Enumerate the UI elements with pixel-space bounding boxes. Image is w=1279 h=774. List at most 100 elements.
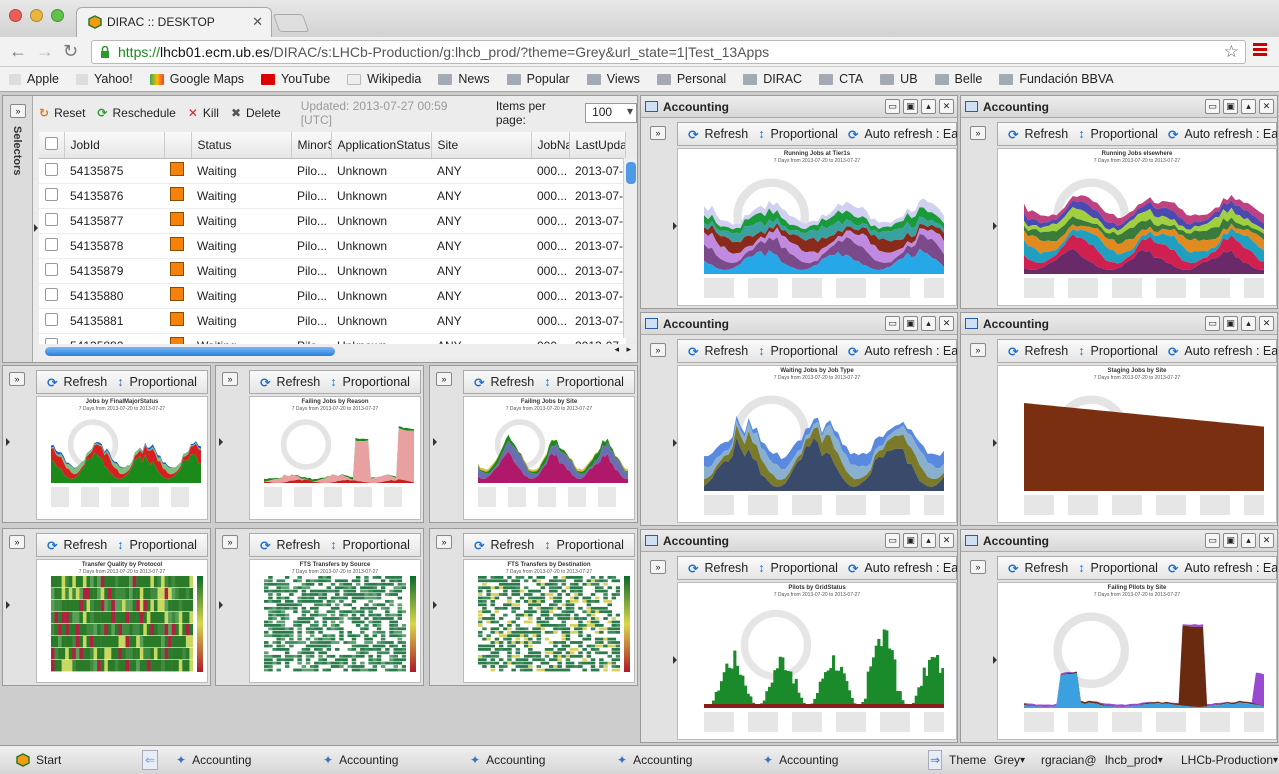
refresh-button[interactable]: ⟳ Refresh <box>1008 344 1068 359</box>
restore-panel-icon[interactable]: ▣ <box>1223 99 1238 114</box>
forward-arrow-icon[interactable]: → <box>36 41 54 62</box>
minimize-panel-icon[interactable]: ▭ <box>1205 316 1220 331</box>
tab-close-icon[interactable]: ✕ <box>252 14 263 30</box>
bookmark-ub[interactable]: UB <box>880 72 918 86</box>
plot-image[interactable]: Staging Jobs by Site 7 Days from 2013-07-… <box>997 365 1277 523</box>
new-tab-button[interactable] <box>272 14 310 32</box>
bookmark-cta[interactable]: CTA <box>819 72 863 86</box>
auto-refresh-menu[interactable]: ⟳ Auto refresh : Eac <box>1168 344 1277 359</box>
table-row[interactable]: 54135880 Waiting Pilo... Unknown ANY 000... 20… <box>39 283 625 309</box>
row-checkbox[interactable] <box>39 183 64 209</box>
plot-image[interactable]: FTS Transfers by Source 7 Days from 2013-… <box>249 559 421 683</box>
bookmark-fundaci-n-bbva[interactable]: Fundación BBVA <box>999 72 1114 86</box>
expand-panel-icon[interactable]: » <box>222 372 238 386</box>
collapse-panel-icon[interactable]: ▴ <box>921 533 936 548</box>
expand-panel-icon[interactable]: » <box>970 126 986 140</box>
refresh-button[interactable]: ⟳ Refresh <box>47 375 107 390</box>
row-checkbox[interactable] <box>39 283 64 309</box>
expand-panel-icon[interactable]: » <box>436 372 452 386</box>
reschedule-button[interactable]: ⟳ Reschedule <box>97 106 175 120</box>
theme-select[interactable]: Grey <box>994 753 1025 767</box>
close-window-icon[interactable] <box>9 9 22 22</box>
col-minorstatus[interactable]: MinorS <box>291 132 332 159</box>
accounting-panel-header[interactable]: Accounting ▭ ▣ ▴ ✕ <box>961 530 1277 552</box>
chrome-menu-icon[interactable] <box>1253 43 1267 58</box>
browser-tab[interactable]: DIRAC :: DESKTOP ✕ <box>76 7 272 37</box>
refresh-button[interactable]: ⟳ Refresh <box>260 538 320 553</box>
plot-image[interactable]: Waiting Jobs by Job Type 7 Days from 2013… <box>677 365 957 523</box>
col-status[interactable]: Status <box>191 132 292 159</box>
bookmark-personal[interactable]: Personal <box>656 72 726 86</box>
collapse-panel-icon[interactable]: ▴ <box>921 316 936 331</box>
bookmark-yahoo-[interactable]: Yahoo! <box>75 72 133 86</box>
taskbar-window-accounting[interactable]: ✦ Accounting <box>617 753 692 767</box>
taskbar-scroll-right-icon[interactable]: ⇒ <box>928 750 942 770</box>
refresh-button[interactable]: ⟳ Refresh <box>688 127 748 142</box>
accounting-panel-header[interactable]: Accounting ▭ ▣ ▴ ✕ <box>961 313 1277 335</box>
auto-refresh-menu[interactable]: ⟳ Auto refresh : Eac <box>848 127 957 142</box>
bookmark-belle[interactable]: Belle <box>934 72 982 86</box>
row-checkbox[interactable] <box>39 158 64 184</box>
items-per-page-select[interactable]: 100 <box>585 103 637 123</box>
setup-select[interactable]: LHCb-Production <box>1181 753 1278 767</box>
taskbar-scroll-left-icon[interactable]: ⇐ <box>142 750 158 770</box>
col-jobid[interactable]: JobId <box>64 132 165 159</box>
select-all-checkbox[interactable] <box>39 132 65 159</box>
close-panel-icon[interactable]: ✕ <box>939 533 954 548</box>
proportional-button[interactable]: ↕ Proportional <box>758 561 838 575</box>
row-checkbox[interactable] <box>39 308 64 334</box>
col-lastupdate[interactable]: LastUpdate <box>569 132 626 159</box>
plot-image[interactable]: Pilots by GridStatus 7 Days from 2013-07-… <box>677 582 957 740</box>
taskbar-window-accounting[interactable]: ✦ Accounting <box>763 753 838 767</box>
proportional-button[interactable]: ↕ Proportional <box>1078 127 1158 141</box>
expand-panel-icon[interactable]: » <box>9 535 25 549</box>
refresh-button[interactable]: ⟳ Refresh <box>1008 561 1068 576</box>
col-site[interactable]: Site <box>431 132 532 159</box>
refresh-button[interactable]: ⟳ Refresh <box>1008 127 1068 142</box>
user-label[interactable]: rgracian@ <box>1041 753 1097 767</box>
address-bar[interactable]: https://lhcb01.ecm.ub.es/DIRAC/s:LHCb-Pr… <box>91 40 1246 64</box>
proportional-button[interactable]: ↕ Proportional <box>1078 344 1158 358</box>
auto-refresh-menu[interactable]: ⟳ Auto refresh : Eac <box>848 344 957 359</box>
plot-image[interactable]: Failing Jobs by Reason 7 Days from 2013-0… <box>249 396 421 520</box>
minimize-window-icon[interactable] <box>30 9 43 22</box>
table-vertical-scrollbar[interactable] <box>623 158 637 338</box>
restore-panel-icon[interactable]: ▣ <box>903 533 918 548</box>
accounting-panel-header[interactable]: Accounting ▭ ▣ ▴ ✕ <box>641 530 957 552</box>
collapse-panel-icon[interactable]: ▴ <box>921 99 936 114</box>
table-row[interactable]: 54135878 Waiting Pilo... Unknown ANY 000... 20… <box>39 233 625 259</box>
scroll-right-icon[interactable]: ▸ <box>626 344 631 355</box>
table-row[interactable]: 54135881 Waiting Pilo... Unknown ANY 000... 20… <box>39 308 625 334</box>
close-panel-icon[interactable]: ✕ <box>939 316 954 331</box>
table-row[interactable]: 54135877 Waiting Pilo... Unknown ANY 000... 20… <box>39 208 625 234</box>
auto-refresh-menu[interactable]: ⟳ Auto refresh : Eac <box>848 561 957 576</box>
bookmark-google-maps[interactable]: Google Maps <box>149 72 244 86</box>
proportional-button[interactable]: ↕ Proportional <box>117 538 197 552</box>
scroll-left-icon[interactable]: ◂ <box>614 344 619 355</box>
selectors-sidebar[interactable]: » Selectors <box>3 96 38 362</box>
collapse-panel-icon[interactable]: ▴ <box>1241 99 1256 114</box>
bookmark-wikipedia[interactable]: Wikipedia <box>347 72 421 86</box>
proportional-button[interactable]: ↕ Proportional <box>544 375 624 389</box>
col-applicationstatus[interactable]: ApplicationStatus <box>331 132 432 159</box>
proportional-button[interactable]: ↕ Proportional <box>117 375 197 389</box>
minimize-panel-icon[interactable]: ▭ <box>885 316 900 331</box>
reset-button[interactable]: ↻ Reset <box>39 106 85 120</box>
proportional-button[interactable]: ↕ Proportional <box>330 538 410 552</box>
expand-panel-icon[interactable]: » <box>222 535 238 549</box>
bookmark-apple[interactable]: Apple <box>9 72 59 86</box>
collapse-panel-icon[interactable]: ▴ <box>1241 533 1256 548</box>
plot-image[interactable]: Failing Jobs by Site 7 Days from 2013-07-… <box>463 396 635 520</box>
accounting-panel-header[interactable]: Accounting ▭ ▣ ▴ ✕ <box>961 96 1277 118</box>
zoom-window-icon[interactable] <box>51 9 64 22</box>
refresh-button[interactable]: ⟳ Refresh <box>47 538 107 553</box>
start-button[interactable]: Start <box>16 753 61 767</box>
close-panel-icon[interactable]: ✕ <box>1259 99 1274 114</box>
taskbar-window-accounting[interactable]: ✦ Accounting <box>323 753 398 767</box>
expand-panel-icon[interactable]: » <box>650 560 666 574</box>
expand-panel-icon[interactable]: » <box>436 535 452 549</box>
auto-refresh-menu[interactable]: ⟳ Auto refresh : Eac <box>1168 127 1277 142</box>
col-jobname[interactable]: JobNar <box>531 132 570 159</box>
restore-panel-icon[interactable]: ▣ <box>1223 533 1238 548</box>
restore-panel-icon[interactable]: ▣ <box>903 99 918 114</box>
